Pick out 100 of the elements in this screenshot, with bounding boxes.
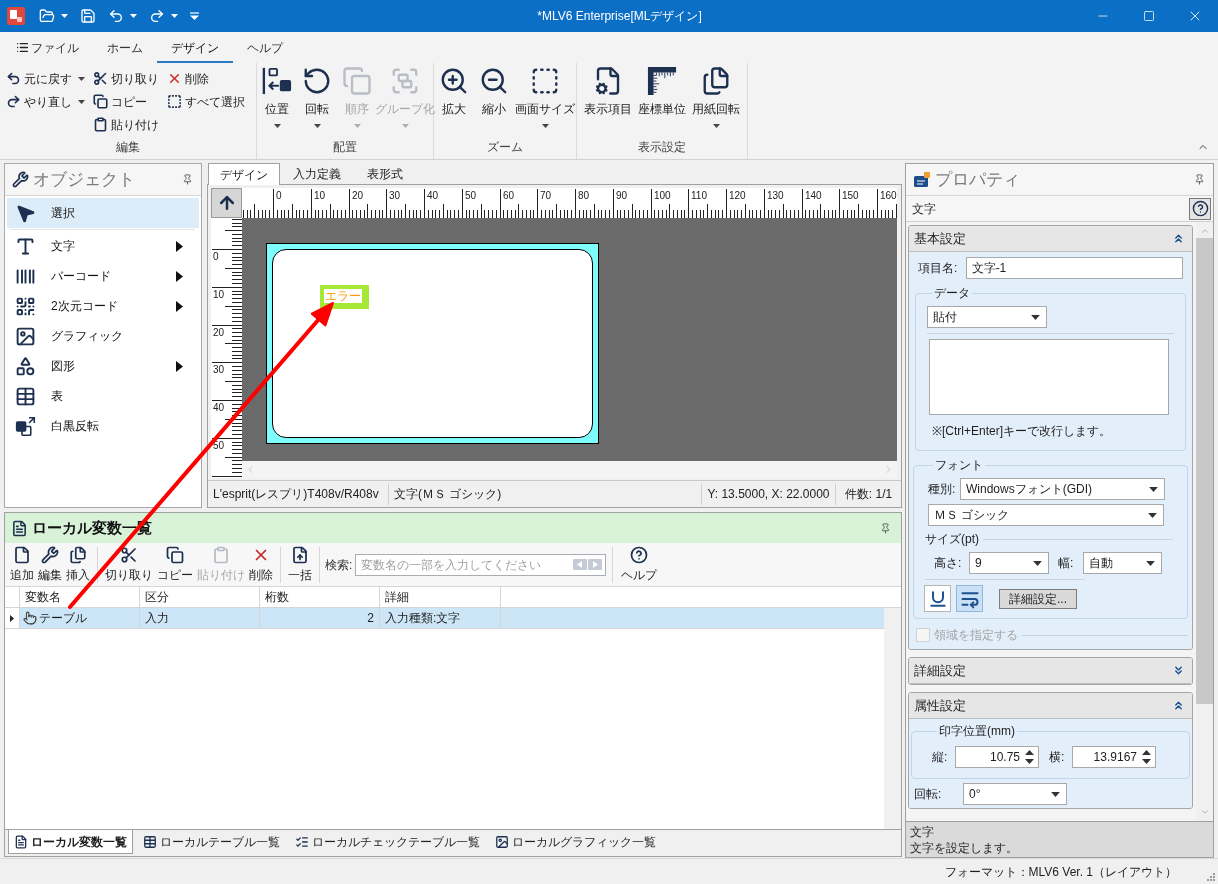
ruler-label: 90 bbox=[616, 190, 628, 201]
ribbon-button[interactable]: 削除 bbox=[165, 67, 247, 90]
ribbon-button[interactable]: 座標単位 bbox=[635, 66, 689, 134]
dropdown-arrow-icon bbox=[1146, 560, 1155, 566]
ribbon-button[interactable]: 縮小 bbox=[474, 66, 514, 134]
ribbon-button[interactable]: やり直し bbox=[4, 90, 87, 113]
dropdown-arrow-icon bbox=[1033, 560, 1042, 566]
data-source-dropdown[interactable]: 貼付 bbox=[927, 306, 1047, 328]
vertical-position-spinner[interactable]: 10.75 bbox=[955, 746, 1039, 768]
scroll-up-icon[interactable] bbox=[1199, 226, 1210, 236]
resize-grip-icon[interactable] bbox=[1207, 873, 1215, 881]
item-name-field[interactable]: 文字-1 bbox=[965, 257, 1183, 279]
document-icon bbox=[14, 834, 28, 849]
font-type-dropdown[interactable]: Windowsフォント(GDI) bbox=[960, 478, 1165, 500]
upload-file-icon bbox=[291, 545, 309, 564]
hint-text: ※[Ctrl+Enter]キーで改行します。 bbox=[932, 423, 1113, 440]
toggle-button[interactable] bbox=[956, 585, 983, 612]
rotation-dropdown[interactable]: 0° bbox=[963, 783, 1067, 805]
ribbon-button[interactable]: 貼り付け bbox=[91, 113, 161, 136]
save-button[interactable] bbox=[80, 8, 96, 24]
object-tool[interactable]: 選択 bbox=[7, 198, 199, 228]
caret-icon bbox=[712, 124, 720, 128]
pin-icon[interactable] bbox=[880, 522, 891, 534]
toolbar-button[interactable]: 削除 bbox=[247, 545, 275, 584]
wrench-icon bbox=[41, 545, 59, 564]
submenu-arrow-icon bbox=[176, 300, 183, 312]
section-header[interactable]: 詳細設定 bbox=[909, 658, 1192, 684]
panel-tab[interactable]: ローカルテーブル一覧 bbox=[138, 830, 285, 854]
section-header[interactable]: 属性設定 bbox=[909, 693, 1192, 719]
scroll-down-icon[interactable] bbox=[1199, 807, 1210, 817]
font-face-dropdown[interactable]: ＭＳ ゴシック bbox=[928, 504, 1164, 526]
panel-tab[interactable]: ローカルグラフィック一覧 bbox=[490, 830, 661, 854]
checkbox-label: 領域を指定する bbox=[934, 627, 1018, 644]
menu-tab[interactable]: ホーム bbox=[93, 34, 157, 63]
column-header[interactable]: 詳細 bbox=[380, 587, 501, 607]
column-header[interactable]: 区分 bbox=[140, 587, 260, 607]
document-tab[interactable]: デザイン bbox=[208, 163, 280, 185]
data-text-area[interactable] bbox=[929, 339, 1169, 415]
pin-icon[interactable] bbox=[1194, 174, 1205, 185]
font-height-dropdown[interactable]: 9 bbox=[969, 552, 1049, 574]
dropdown-arrow-icon bbox=[1149, 486, 1158, 492]
help-button[interactable]: ヘルプ bbox=[619, 545, 660, 584]
spin-arrows-icon[interactable] bbox=[1025, 750, 1034, 764]
list-icon bbox=[16, 41, 29, 54]
pages-icon bbox=[701, 66, 731, 96]
pin-icon[interactable] bbox=[182, 174, 193, 185]
panel-tab[interactable]: ローカルチェックテーブル一覧 bbox=[290, 830, 485, 854]
menu-tab[interactable]: ヘルプ bbox=[233, 34, 297, 63]
submenu-arrow-icon bbox=[176, 270, 183, 282]
help-icon bbox=[630, 545, 649, 564]
ribbon-button[interactable]: 用紙回転 bbox=[689, 66, 743, 134]
ribbon-button[interactable]: 表示項目 bbox=[581, 66, 635, 134]
table-icon bbox=[143, 835, 157, 849]
toolbar-button[interactable]: 追加 bbox=[8, 545, 36, 584]
section-header[interactable]: 基本設定 bbox=[909, 226, 1192, 252]
open-button[interactable] bbox=[39, 8, 68, 24]
toggle-button[interactable] bbox=[924, 585, 951, 612]
spin-arrows-icon[interactable] bbox=[1142, 750, 1151, 764]
previous-match-icon[interactable] bbox=[573, 559, 588, 570]
ribbon-button[interactable]: コピー bbox=[91, 90, 161, 113]
ribbon-button[interactable]: 拡大 bbox=[434, 66, 474, 134]
toolbar-button[interactable]: 一括 bbox=[286, 545, 314, 584]
up-arrow-button[interactable] bbox=[211, 188, 242, 218]
customize-menu-icon[interactable] bbox=[190, 12, 199, 20]
vertical-scrollbar[interactable] bbox=[1196, 222, 1213, 821]
description-title: 文字 bbox=[910, 823, 935, 840]
ribbon-button[interactable]: 位置 bbox=[257, 66, 297, 134]
column-header[interactable]: 変数名 bbox=[20, 587, 140, 607]
table-row[interactable]: テーブル 入力 2 入力種類:文字 bbox=[5, 608, 884, 629]
toolbar-button[interactable]: コピー bbox=[155, 545, 195, 584]
search-field[interactable]: 変数名の一部を入力してください bbox=[355, 553, 607, 576]
group-icon bbox=[390, 66, 420, 96]
details-button[interactable]: 詳細設定... bbox=[999, 588, 1077, 609]
column-header[interactable]: 桁数 bbox=[260, 587, 380, 607]
toolbar-button[interactable]: 切り取り bbox=[103, 545, 155, 584]
description-text: 文字を設定します。 bbox=[910, 839, 1019, 856]
redo-icon bbox=[149, 8, 165, 24]
shapes-icon bbox=[14, 355, 36, 377]
document-tab[interactable]: 入力定義 bbox=[280, 164, 354, 184]
document-tab[interactable]: 表形式 bbox=[354, 164, 416, 184]
ribbon-button[interactable]: 元に戻す bbox=[4, 67, 87, 90]
ribbon-button[interactable]: 回転 bbox=[297, 66, 337, 134]
font-width-dropdown[interactable]: 自動 bbox=[1083, 552, 1162, 574]
toolbar-button[interactable]: 編集 bbox=[36, 545, 64, 584]
horizontal-scrollbar[interactable] bbox=[242, 461, 897, 478]
menu-tab[interactable]: ファイル bbox=[2, 34, 93, 63]
redo-button[interactable] bbox=[149, 8, 178, 24]
undo-button[interactable] bbox=[108, 8, 137, 24]
panel-tab[interactable]: ローカル変数一覧 bbox=[8, 830, 133, 854]
horizontal-position-spinner[interactable]: 13.9167 bbox=[1072, 746, 1156, 768]
help-button[interactable] bbox=[1189, 197, 1211, 220]
toolbar-button[interactable]: 挿入 bbox=[64, 545, 92, 584]
ribbon-button[interactable]: すべて選択 bbox=[165, 90, 247, 113]
next-match-icon[interactable] bbox=[588, 559, 603, 570]
row-indicator-icon bbox=[10, 614, 14, 622]
ribbon-button[interactable]: 画面サイズ bbox=[514, 66, 576, 134]
ribbon-button[interactable]: 切り取り bbox=[91, 67, 161, 90]
scrollbar-thumb[interactable] bbox=[1196, 238, 1213, 704]
vertical-scrollbar[interactable] bbox=[884, 608, 901, 829]
scissors-icon bbox=[93, 71, 108, 86]
